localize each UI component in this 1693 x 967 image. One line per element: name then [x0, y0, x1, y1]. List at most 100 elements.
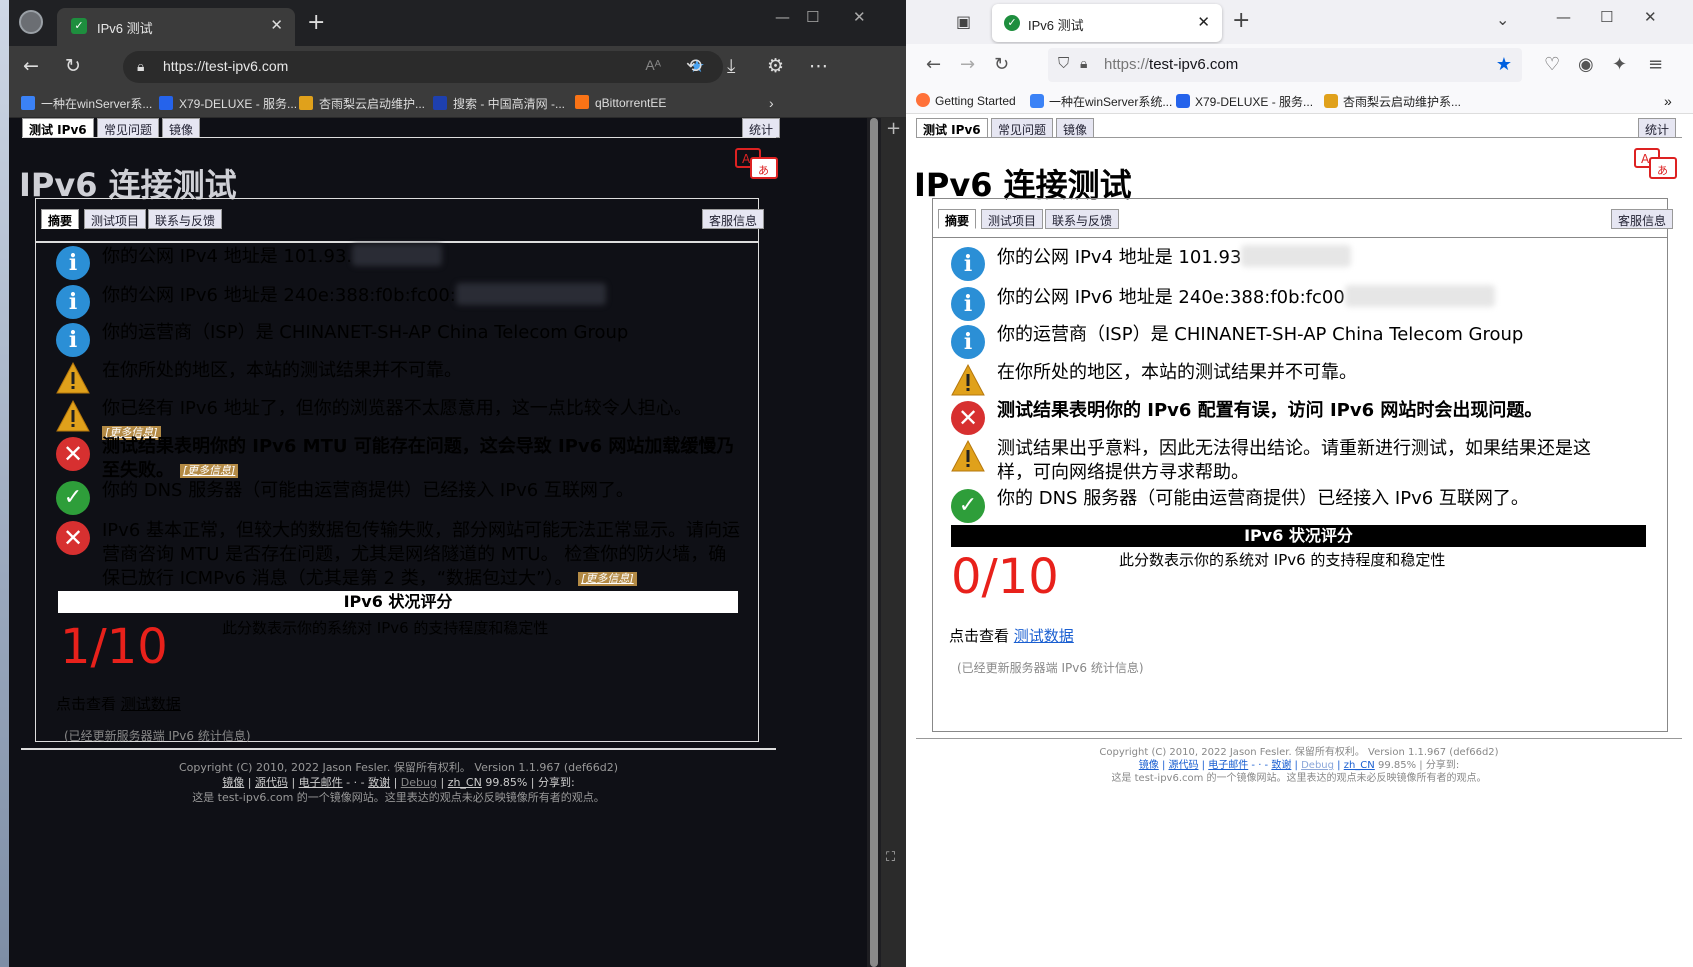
subtab-summary[interactable]: 摘要: [938, 209, 977, 229]
list-tabs-icon[interactable]: ⌄: [1496, 10, 1509, 29]
subtab-tests[interactable]: 测试项目: [84, 209, 147, 229]
bookmark-item[interactable]: qBittorrentEE: [575, 95, 666, 110]
thanks-link[interactable]: 致谢: [1271, 760, 1291, 771]
locale-link[interactable]: zh_CN: [1344, 760, 1375, 771]
tab-faq[interactable]: 常见问题: [991, 118, 1054, 138]
edge-scrollbar[interactable]: [867, 118, 881, 967]
refresh-icon[interactable]: ↻: [65, 55, 81, 77]
result-message: 测试结果出乎意料，因此无法得出结论。请重新进行测试，如果结果还是这样，可向网络提…: [997, 438, 1591, 483]
subtab-divider: [933, 237, 1667, 238]
tab-title: IPv6 测试: [1028, 18, 1084, 33]
bookmark-item[interactable]: X79-DELUXE - 服务...: [159, 95, 297, 112]
edge-tab[interactable]: ✓ IPv6 测试 ✕: [57, 8, 295, 46]
minimize-icon[interactable]: —: [775, 8, 790, 26]
tab-mirrors[interactable]: 镜像: [162, 118, 201, 138]
close-tab-icon[interactable]: ✕: [270, 16, 283, 34]
new-tab-icon[interactable]: +: [307, 10, 325, 35]
bookmark-item[interactable]: Getting Started: [916, 93, 1016, 108]
result-message: 你的 DNS 服务器（可能由运营商提供）已经接入 IPv6 互联网了。: [997, 488, 1529, 509]
shield-icon[interactable]: ⛉: [1058, 55, 1069, 72]
view-data-link[interactable]: 测试数据: [1014, 627, 1074, 645]
warning-icon: [951, 439, 985, 473]
tab-mirrors[interactable]: 镜像: [1056, 118, 1095, 138]
redacted-address: [1344, 285, 1495, 307]
bookmark-item[interactable]: X79-DELUXE - 服务...: [1176, 93, 1313, 110]
footer-links: 镜像 | 源代码 | 电子邮件 - · - 致谢 | Debug | zh_CN…: [222, 776, 575, 789]
more-menu-icon[interactable]: ⋯: [809, 55, 828, 77]
translate-icon[interactable]: Aあ: [735, 148, 779, 180]
source-link[interactable]: 源代码: [1169, 760, 1199, 771]
bookmark-label: 搜索 - 中国高清网 -...: [453, 97, 565, 111]
address-bar[interactable]: 🔒︎ https://test-ipv6.com Aᴬ ★: [123, 51, 723, 83]
edge-window: ✓ IPv6 测试 ✕ + — ☐ ✕ ← ↻ 🔒︎ https://test-…: [9, 0, 906, 967]
history-icon[interactable]: ⟲: [686, 55, 702, 77]
maximize-icon[interactable]: ☐: [806, 8, 819, 26]
mirror-link[interactable]: 镜像: [222, 776, 244, 789]
close-tab-icon[interactable]: ✕: [1197, 13, 1210, 31]
edge-page: 测试 IPv6 常见问题 镜像 统计 Aあ IPv6 连接测试 摘要 测试项目 …: [9, 118, 881, 967]
tab-stats[interactable]: 统计: [742, 118, 781, 138]
footer-copyright: Copyright (C) 2010, 2022 Jason Fesler. 保…: [1099, 747, 1499, 758]
extensions-icon[interactable]: ✦: [1612, 54, 1627, 75]
back-icon[interactable]: ←: [23, 55, 39, 77]
tab-overview-icon[interactable]: ▣: [956, 12, 971, 31]
subtab-summary[interactable]: 摘要: [41, 209, 80, 229]
debug-link[interactable]: Debug: [1301, 760, 1334, 771]
firefox-tab[interactable]: ✓ IPv6 测试 ✕: [992, 4, 1222, 42]
refresh-icon[interactable]: ↻: [994, 54, 1009, 75]
close-window-icon[interactable]: ✕: [853, 8, 866, 26]
tab-test-ipv6[interactable]: 测试 IPv6: [22, 118, 94, 138]
maximize-icon[interactable]: ☐: [1600, 8, 1613, 26]
subtab-contact[interactable]: 联系与反馈: [1045, 209, 1120, 229]
download-icon[interactable]: ⤓: [727, 55, 735, 77]
bookmark-item[interactable]: 搜索 - 中国高清网 -...: [433, 95, 565, 112]
updated-note: (已经更新服务器端 IPv6 统计信息): [64, 729, 251, 743]
bookmark-item[interactable]: 一种在winServer系统...: [1030, 93, 1172, 110]
result-message: 你已经有 IPv6 地址了，但你的浏览器不太愿意用，这一点比较令人担心。: [102, 398, 692, 419]
scroll-thumb[interactable]: [870, 118, 878, 967]
email-link[interactable]: 电子邮件: [299, 776, 343, 789]
debug-link[interactable]: Debug: [401, 776, 437, 789]
forward-icon[interactable]: →: [960, 54, 975, 75]
view-data-link[interactable]: 测试数据: [121, 695, 181, 713]
results-panel: 摘要 测试项目 联系与反馈 客服信息 i 你的公网 IPv4 地址是 101.93…: [932, 198, 1674, 732]
lock-icon[interactable]: 🔒︎: [1080, 55, 1087, 72]
extensions-icon[interactable]: ⚙: [767, 55, 784, 77]
result-message: 你的公网 IPv4 地址是 101.93: [997, 247, 1242, 268]
mirror-link[interactable]: 镜像: [1139, 760, 1159, 771]
more-info-link[interactable]: [更多信息]: [179, 464, 239, 478]
tab-stats[interactable]: 统计: [1638, 118, 1677, 138]
profile-avatar[interactable]: [19, 10, 43, 34]
minimize-icon[interactable]: —: [1556, 8, 1571, 26]
subtab-help[interactable]: 客服信息: [1611, 209, 1674, 229]
subtab-help[interactable]: 客服信息: [702, 209, 765, 229]
back-icon[interactable]: ←: [926, 54, 941, 75]
bookmark-item[interactable]: 杏雨梨云启动维护系...: [1324, 93, 1461, 110]
more-bookmarks-icon[interactable]: ›: [769, 95, 774, 111]
locale-link[interactable]: zh_CN: [448, 776, 482, 789]
tab-test-ipv6[interactable]: 测试 IPv6: [916, 118, 988, 138]
new-tab-icon[interactable]: +: [1232, 8, 1250, 33]
translate-icon[interactable]: Aあ: [1634, 148, 1678, 180]
bookmark-item[interactable]: 一种在winServer系...: [21, 95, 152, 112]
tab-faq[interactable]: 常见问题: [97, 118, 160, 138]
more-info-link[interactable]: [更多信息]: [578, 572, 637, 586]
address-bar[interactable]: ⛉ 🔒︎ https://test-ipv6.com ★: [1048, 48, 1522, 82]
menu-icon[interactable]: ≡: [1648, 54, 1663, 75]
bookmark-item[interactable]: 杏雨梨云启动维护...: [299, 95, 425, 112]
bookmark-star-icon[interactable]: ★: [1496, 54, 1512, 75]
sidebar-add-icon[interactable]: +: [886, 118, 901, 139]
read-aloud-icon[interactable]: Aᴬ: [645, 57, 661, 73]
account-icon[interactable]: ◉: [1578, 54, 1594, 75]
pocket-icon[interactable]: ♡: [1544, 54, 1560, 75]
subtab-contact[interactable]: 联系与反馈: [148, 209, 223, 229]
footer-copyright: Copyright (C) 2010, 2022 Jason Fesler. 保…: [178, 761, 619, 774]
more-bookmarks-icon[interactable]: »: [1664, 93, 1672, 109]
source-link[interactable]: 源代码: [255, 776, 288, 789]
thanks-link[interactable]: 致谢: [368, 776, 390, 789]
sidebar-screenshot-icon[interactable]: ⛶: [886, 850, 895, 865]
email-link[interactable]: 电子邮件: [1208, 760, 1248, 771]
subtab-tests[interactable]: 测试项目: [981, 209, 1044, 229]
close-window-icon[interactable]: ✕: [1644, 8, 1657, 26]
result-text: 你的公网 IPv6 地址是 240e:388:f0b:fc00: [997, 285, 1597, 310]
